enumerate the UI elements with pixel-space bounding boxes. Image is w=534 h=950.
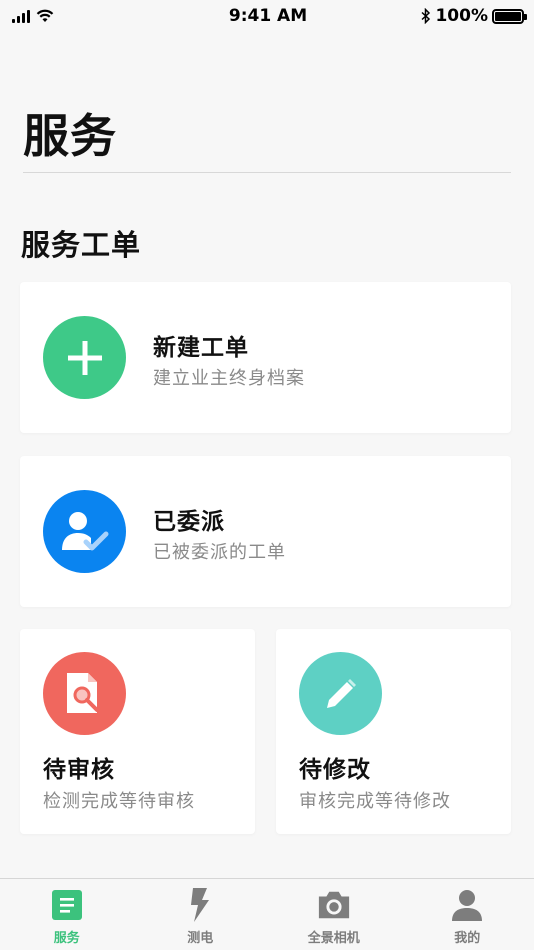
- tab-mine[interactable]: 我的: [401, 879, 534, 950]
- battery-icon: [492, 8, 527, 24]
- status-left: [12, 9, 132, 23]
- plus-icon: [67, 340, 102, 375]
- tab-camera-label: 全景相机: [307, 931, 360, 946]
- pending-modify-icon-circle: [299, 652, 382, 735]
- tab-camera[interactable]: 全景相机: [267, 879, 401, 950]
- section-title: 服务工单: [21, 228, 142, 262]
- pending-modify-title: 待修改: [299, 757, 371, 783]
- person-icon: [450, 888, 484, 922]
- tab-service-label: 服务: [53, 931, 80, 946]
- pending-modify-subtitle: 审核完成等待修改: [299, 791, 451, 812]
- assigned-card[interactable]: 已委派 已被委派的工单: [20, 456, 511, 607]
- pending-review-title: 待审核: [43, 757, 115, 783]
- document-search-icon: [66, 672, 99, 713]
- lightning-icon: [183, 888, 217, 922]
- pending-review-icon-circle: [43, 652, 126, 735]
- status-right: 100%: [404, 6, 527, 26]
- signal-icon: [12, 9, 30, 23]
- tab-bar: 服务 测电 全景相机 我的: [0, 878, 534, 950]
- pencil-icon: [326, 678, 356, 708]
- pending-review-subtitle: 检测完成等待审核: [43, 791, 195, 812]
- pending-review-card[interactable]: 待审核 检测完成等待审核: [20, 629, 255, 834]
- pending-modify-card[interactable]: 待修改 审核完成等待修改: [276, 629, 511, 834]
- new-order-title: 新建工单: [153, 335, 249, 361]
- service-list-icon: [50, 888, 84, 922]
- new-order-icon-circle: [43, 316, 126, 399]
- new-order-subtitle: 建立业主终身档案: [153, 368, 305, 389]
- assigned-subtitle: 已被委派的工单: [153, 542, 286, 563]
- status-bar: 9:41 AM 100%: [0, 0, 534, 32]
- new-order-card[interactable]: 新建工单 建立业主终身档案: [20, 282, 511, 433]
- tab-measure-label: 测电: [187, 931, 214, 946]
- user-check-icon: [61, 511, 108, 550]
- camera-icon: [317, 888, 351, 922]
- tab-mine-label: 我的: [454, 931, 481, 946]
- page-title: 服务: [23, 109, 117, 163]
- assigned-title: 已委派: [153, 509, 225, 535]
- assigned-icon-circle: [43, 490, 126, 573]
- tab-service[interactable]: 服务: [0, 879, 134, 950]
- wifi-icon: [36, 9, 54, 22]
- tab-measure[interactable]: 测电: [134, 879, 268, 950]
- bluetooth-icon: [421, 8, 431, 24]
- status-time: 9:41 AM: [228, 6, 308, 26]
- title-divider: [23, 172, 511, 173]
- battery-percent: 100%: [435, 6, 488, 26]
